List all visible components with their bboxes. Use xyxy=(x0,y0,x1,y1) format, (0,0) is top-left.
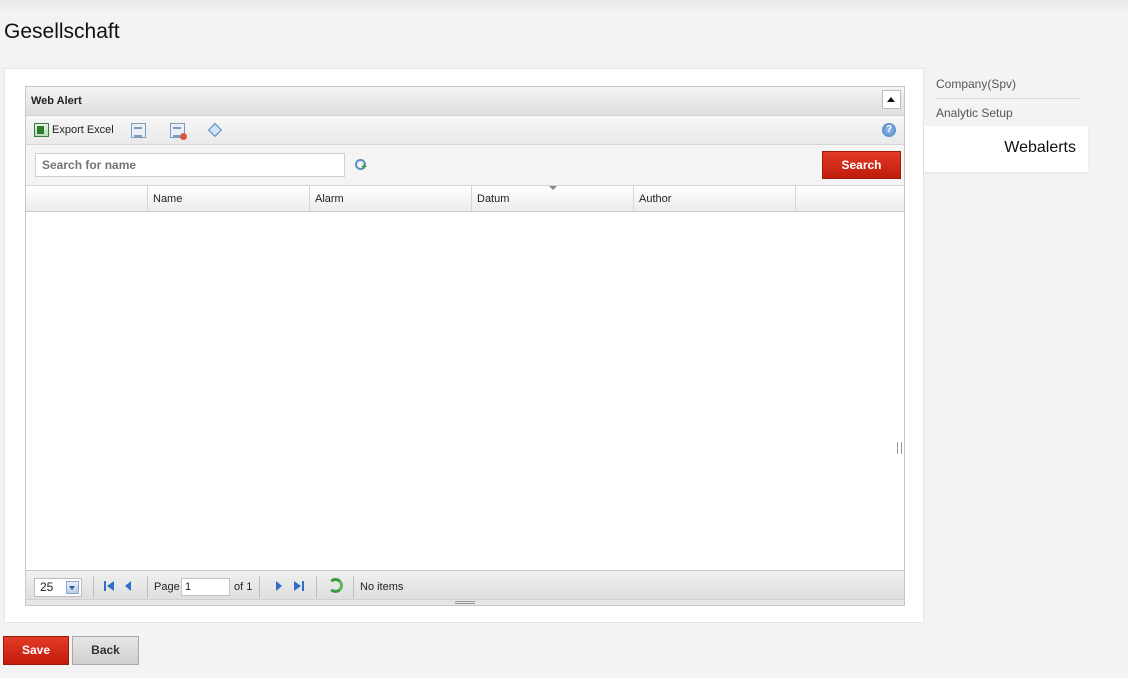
pager-divider xyxy=(353,576,354,598)
resize-handle[interactable] xyxy=(897,442,902,454)
column-header-author[interactable]: Author xyxy=(634,186,796,211)
sidebar-item-webalerts[interactable]: Webalerts xyxy=(924,126,1088,172)
search-input[interactable] xyxy=(35,153,345,177)
column-header-extra xyxy=(796,186,904,211)
move-columns-button[interactable] xyxy=(207,122,223,138)
top-strip xyxy=(0,0,1128,14)
excel-icon xyxy=(34,123,49,137)
pager-divider xyxy=(316,576,317,598)
page-count-label: of 1 xyxy=(234,581,253,593)
grid-title: Web Alert xyxy=(31,95,82,107)
collapse-panel-button[interactable] xyxy=(882,90,901,109)
next-page-icon[interactable] xyxy=(276,581,282,591)
pager-divider xyxy=(93,576,94,598)
sidebar-item-company-spv[interactable]: Company(Spv) xyxy=(936,77,1016,91)
main-panel: Web Alert Export Excel ? Search for name… xyxy=(4,68,924,623)
sort-indicator-icon xyxy=(549,186,557,190)
sidebar-divider xyxy=(936,98,1079,99)
column-header-select[interactable] xyxy=(26,186,148,211)
page-label: Page xyxy=(154,581,180,593)
page-size-value: 25 xyxy=(40,580,54,594)
page-size-select[interactable]: 25 xyxy=(34,578,82,597)
page-number-input[interactable]: 1 xyxy=(181,578,230,596)
help-icon[interactable]: ? xyxy=(882,123,896,137)
previous-page-icon[interactable] xyxy=(125,581,131,591)
grid-toolbar: Export Excel ? xyxy=(26,116,904,145)
save-button[interactable]: Save xyxy=(3,636,69,665)
export-excel-button[interactable]: Export Excel xyxy=(34,122,114,138)
column-header-row: Name Alarm Datum Author xyxy=(26,186,904,212)
add-search-icon[interactable] xyxy=(355,159,367,173)
refresh-icon[interactable] xyxy=(328,578,343,593)
pager-status: No items xyxy=(360,581,404,593)
document-view-button[interactable] xyxy=(131,122,146,138)
chevron-down-icon[interactable] xyxy=(66,581,79,594)
grid-header: Web Alert xyxy=(26,87,904,116)
document-icon xyxy=(131,122,146,138)
sidebar-item-analytic-setup[interactable]: Analytic Setup xyxy=(936,106,1013,120)
export-excel-label: Export Excel xyxy=(52,124,114,136)
document-delete-button[interactable] xyxy=(170,122,187,140)
search-button[interactable]: Search xyxy=(822,151,901,179)
sidebar-item-label: Webalerts xyxy=(1004,139,1076,156)
pager-divider xyxy=(259,576,260,598)
column-header-alarm[interactable]: Alarm xyxy=(310,186,472,211)
search-bar: Search xyxy=(26,145,904,186)
pager-divider xyxy=(147,576,148,598)
column-header-name[interactable]: Name xyxy=(148,186,310,211)
page-title: Gesellschaft xyxy=(4,20,120,43)
web-alert-grid: Web Alert Export Excel ? Search for name… xyxy=(25,86,905,606)
move-icon xyxy=(207,122,223,138)
grid-body xyxy=(26,212,904,570)
document-delete-icon xyxy=(170,122,187,140)
back-button[interactable]: Back xyxy=(72,636,139,665)
grid-bottom-grip[interactable] xyxy=(26,599,904,605)
